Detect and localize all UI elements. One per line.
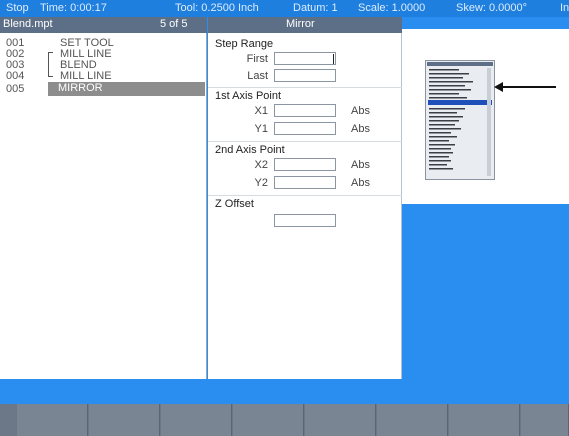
softkey-7[interactable]	[449, 404, 520, 436]
axis2-title: 2nd Axis Point	[215, 144, 285, 156]
step-name: MILL LINE	[60, 70, 112, 82]
y2-label: Y2	[254, 177, 268, 189]
help-preview	[402, 29, 569, 204]
first-step-field[interactable]	[274, 52, 336, 65]
last-step-field[interactable]	[274, 69, 336, 82]
x1-mode: Abs	[351, 105, 370, 117]
first-label: First	[246, 53, 268, 65]
softkey-5[interactable]	[305, 404, 376, 436]
step-name: MIRROR	[48, 82, 205, 96]
axis1-title: 1st Axis Point	[215, 90, 282, 102]
group-bracket-middle	[48, 59, 53, 70]
softkey-8[interactable]	[521, 404, 569, 436]
y1-mode: Abs	[351, 123, 370, 135]
pointer-arrow-line	[498, 86, 556, 88]
arrow-left-icon	[494, 82, 503, 92]
x2-label: X2	[254, 159, 268, 171]
program-header: Blend.mpt 5 of 5	[0, 17, 207, 33]
form-header: Mirror	[208, 17, 402, 33]
divider	[208, 87, 402, 88]
softkey-2[interactable]	[89, 404, 160, 436]
list-item[interactable]: 004 MILL LINE	[0, 70, 207, 82]
program-step-list[interactable]: 001 SET TOOL 002 MILL LINE 003 BLEND 004…	[0, 37, 207, 96]
y2-field[interactable]	[274, 176, 336, 189]
x2-field[interactable]	[274, 158, 336, 171]
text-cursor	[333, 54, 334, 64]
y2-mode: Abs	[351, 177, 370, 189]
softkey-4[interactable]	[233, 404, 304, 436]
skew-readout: Skew: 0.0000°	[456, 2, 528, 14]
list-item[interactable]: 001 SET TOOL	[0, 37, 207, 49]
scale-readout: Scale: 1.0000	[358, 2, 426, 14]
z-offset-title: Z Offset	[215, 198, 254, 210]
program-position: 5 of 5	[160, 18, 188, 30]
datum-readout: Datum: 1	[293, 2, 338, 14]
mirror-form-panel: Mirror Step Range First Last 1st Axis Po…	[208, 17, 402, 379]
group-bracket-end	[48, 70, 53, 77]
elapsed-time: Time: 0:00:17	[40, 2, 107, 14]
softkey-6[interactable]	[377, 404, 448, 436]
last-label: Last	[247, 70, 268, 82]
softkey-1[interactable]	[17, 404, 88, 436]
program-panel: Blend.mpt 5 of 5 001 SET TOOL 002 MILL L…	[0, 17, 207, 379]
list-item-selected[interactable]: 005 MIRROR	[0, 82, 207, 96]
status-bar: Stop Time: 0:00:17 Tool: 0.2500 Inch Dat…	[0, 0, 569, 17]
x1-label: X1	[254, 105, 268, 117]
x1-field[interactable]	[274, 104, 336, 117]
list-item[interactable]: 002 MILL LINE	[0, 48, 207, 60]
step-number: 004	[6, 70, 25, 82]
run-state: Stop	[6, 2, 29, 14]
divider	[208, 195, 402, 196]
list-item[interactable]: 003 BLEND	[0, 59, 207, 71]
x2-mode: Abs	[351, 159, 370, 171]
y1-label: Y1	[254, 123, 268, 135]
program-filename: Blend.mpt	[3, 18, 53, 30]
z-offset-field[interactable]	[274, 214, 336, 227]
divider	[208, 141, 402, 142]
units-readout: In	[560, 2, 569, 14]
step-range-title: Step Range	[215, 38, 274, 50]
y1-field[interactable]	[274, 122, 336, 135]
form-title: Mirror	[286, 18, 315, 30]
softkey-bar	[0, 404, 569, 436]
program-thumbnail-graphic	[425, 60, 495, 180]
softkey-3[interactable]	[161, 404, 232, 436]
step-number: 005	[6, 83, 25, 95]
tool-readout: Tool: 0.2500 Inch	[175, 2, 259, 14]
